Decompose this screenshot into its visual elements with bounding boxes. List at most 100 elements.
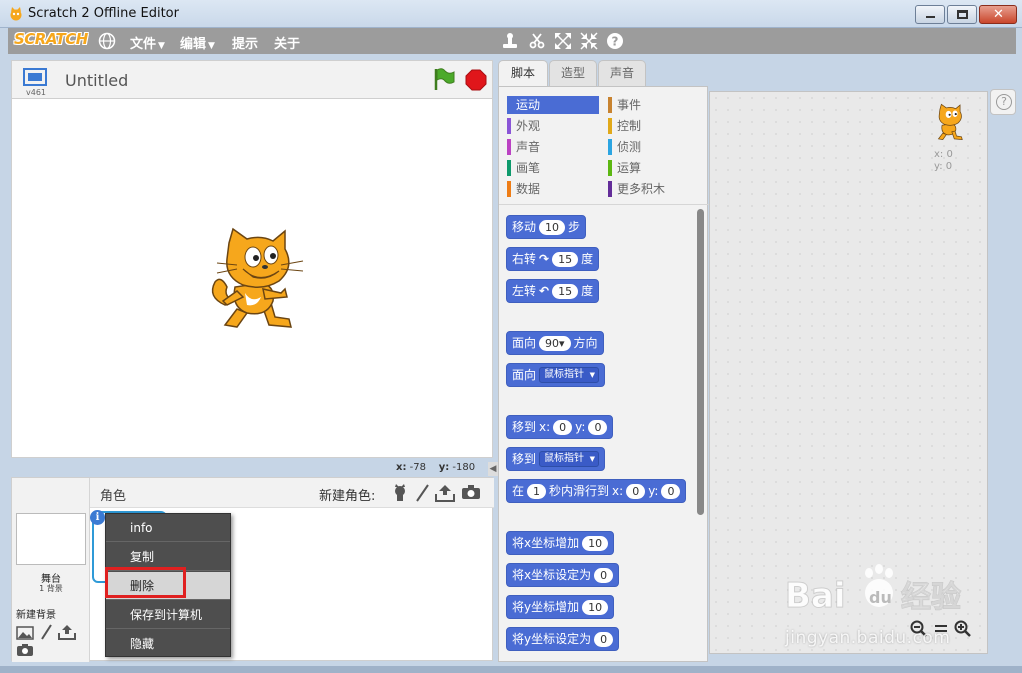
block-input[interactable]: 1 bbox=[527, 483, 547, 499]
category-looks[interactable]: 外观 bbox=[507, 117, 599, 135]
block-move-steps[interactable]: 移动 10 步 bbox=[506, 215, 587, 239]
category-control[interactable]: 控制 bbox=[608, 117, 700, 135]
info-icon[interactable]: i bbox=[90, 510, 105, 525]
block-change-y[interactable]: 将y坐标增加 10 bbox=[506, 595, 615, 619]
menu-tips[interactable]: 提示 bbox=[232, 33, 258, 52]
minimize-icon bbox=[926, 16, 935, 18]
project-title-field[interactable]: Untitled bbox=[65, 71, 128, 90]
block-input[interactable]: 0 bbox=[626, 483, 646, 499]
taskbar-strip bbox=[0, 666, 1022, 673]
block-go-to-xy[interactable]: 移到 x: 0 y: 0 bbox=[506, 415, 614, 439]
category-more-blocks[interactable]: 更多积木 bbox=[608, 180, 700, 198]
menu-file[interactable]: 文件 ▼ bbox=[130, 33, 165, 52]
paint-brush-icon[interactable] bbox=[40, 624, 52, 640]
block-set-x[interactable]: 将x坐标设定为 0 bbox=[506, 563, 620, 587]
sprite-preview-cat-icon bbox=[937, 103, 963, 141]
stage-header: v461 Untitled bbox=[11, 60, 493, 98]
shrink-icon[interactable] bbox=[579, 31, 599, 51]
block-text: 面向 bbox=[512, 336, 537, 350]
menu-about[interactable]: 关于 bbox=[274, 33, 300, 52]
context-menu-info[interactable]: info bbox=[106, 514, 230, 542]
block-input[interactable]: 0 bbox=[588, 419, 608, 435]
block-input[interactable]: 10 bbox=[582, 599, 609, 615]
new-backdrop-label: 新建背景 bbox=[16, 610, 56, 621]
block-input[interactable]: 0 bbox=[553, 419, 573, 435]
block-turn-left[interactable]: 左转 ↶ 15 度 bbox=[506, 279, 600, 303]
menu-edit-label: 编辑 bbox=[180, 37, 207, 52]
presentation-mode-icon[interactable] bbox=[23, 68, 47, 86]
svg-text:?: ? bbox=[612, 35, 619, 49]
block-input[interactable]: 10 bbox=[539, 219, 566, 235]
tab-scripts[interactable]: 脚本 bbox=[498, 60, 548, 87]
block-input[interactable]: 0 bbox=[661, 483, 681, 499]
block-turn-right[interactable]: 右转 ↷ 15 度 bbox=[506, 247, 600, 271]
coord-y-value: -180 bbox=[452, 462, 476, 473]
category-swatch bbox=[608, 139, 612, 155]
block-go-to[interactable]: 移到 鼠标指针 bbox=[506, 447, 606, 471]
block-text: 度 bbox=[581, 284, 594, 298]
upload-icon[interactable] bbox=[57, 624, 76, 640]
block-point-in-direction[interactable]: 面向 90▾ 方向 bbox=[506, 331, 604, 355]
cut-scissors-icon[interactable] bbox=[527, 31, 547, 51]
maximize-button[interactable] bbox=[947, 5, 977, 24]
context-menu-hide[interactable]: 隐藏 bbox=[106, 630, 230, 658]
collapse-arrow-icon[interactable]: ◀ bbox=[488, 462, 498, 476]
minimize-button[interactable] bbox=[915, 5, 945, 24]
block-change-x[interactable]: 将x坐标增加 10 bbox=[506, 531, 615, 555]
help-button[interactable]: ? bbox=[990, 89, 1016, 115]
svg-text:经验: 经验 bbox=[901, 580, 961, 615]
category-events[interactable]: 事件 bbox=[608, 96, 700, 114]
block-input[interactable]: 15 bbox=[552, 283, 579, 299]
block-point-towards[interactable]: 面向 鼠标指针 bbox=[506, 363, 606, 387]
block-input[interactable]: 15 bbox=[552, 251, 579, 267]
close-button[interactable]: ✕ bbox=[979, 5, 1017, 24]
category-sensing[interactable]: 侦测 bbox=[608, 138, 700, 156]
palette-scrollbar[interactable] bbox=[697, 209, 704, 515]
context-menu-save-to-computer[interactable]: 保存到计算机 bbox=[106, 601, 230, 629]
upload-icon[interactable] bbox=[435, 484, 455, 502]
block-text: 面向 bbox=[512, 368, 537, 382]
camera-icon[interactable] bbox=[461, 484, 481, 500]
tab-costumes[interactable]: 造型 bbox=[549, 60, 597, 86]
block-set-y[interactable]: 将y坐标设定为 0 bbox=[506, 627, 620, 651]
paint-brush-icon[interactable] bbox=[415, 484, 429, 502]
stop-icon[interactable] bbox=[465, 69, 487, 91]
duplicate-stamp-icon[interactable] bbox=[500, 31, 520, 51]
category-motion[interactable]: 运动 bbox=[507, 96, 599, 114]
block-input[interactable]: 90▾ bbox=[539, 335, 571, 351]
cat-sprite[interactable] bbox=[207, 227, 307, 329]
annotation-highlight-box bbox=[105, 567, 186, 598]
category-operators[interactable]: 运算 bbox=[608, 159, 700, 177]
globe-icon[interactable] bbox=[98, 32, 116, 50]
chevron-down-icon: ▼ bbox=[208, 41, 215, 51]
block-text: y: bbox=[648, 484, 659, 498]
block-input[interactable]: 0 bbox=[594, 631, 614, 647]
mouse-coordinates: x: -78 y: -180 bbox=[396, 462, 475, 473]
stage-canvas[interactable] bbox=[11, 98, 493, 458]
grow-icon[interactable] bbox=[553, 31, 573, 51]
svg-text:Bai: Bai bbox=[785, 576, 846, 616]
camera-icon[interactable] bbox=[16, 643, 34, 657]
block-input[interactable]: 0 bbox=[594, 567, 614, 583]
green-flag-icon[interactable] bbox=[432, 67, 456, 91]
block-input[interactable]: 10 bbox=[582, 535, 609, 551]
category-pen[interactable]: 画笔 bbox=[507, 159, 599, 177]
category-sound-label: 声音 bbox=[516, 140, 541, 154]
svg-text:du: du bbox=[869, 588, 892, 607]
stage-thumbnail-column: 舞台 1 背景 新建背景 bbox=[12, 478, 90, 662]
sprite-y-readout: y: 0 bbox=[934, 161, 953, 172]
menu-edit[interactable]: 编辑 ▼ bbox=[180, 33, 215, 52]
tab-sounds[interactable]: 声音 bbox=[598, 60, 646, 86]
image-library-icon[interactable] bbox=[16, 626, 34, 640]
block-dropdown[interactable]: 鼠标指针 bbox=[539, 367, 600, 383]
sprites-header: 角色 新建角色: bbox=[90, 478, 494, 508]
block-dropdown[interactable]: 鼠标指针 bbox=[539, 451, 600, 467]
stage-thumbnail[interactable] bbox=[16, 513, 86, 565]
sprite-library-icon[interactable] bbox=[391, 484, 409, 502]
block-list: 移动 10 步 右转 ↷ 15 度 左转 ↶ 15 度 面向 90▾ 方向 面向… bbox=[499, 207, 709, 662]
category-sound[interactable]: 声音 bbox=[507, 138, 599, 156]
category-data[interactable]: 数据 bbox=[507, 180, 599, 198]
block-glide[interactable]: 在 1 秒内滑行到 x: 0 y: 0 bbox=[506, 479, 687, 503]
help-icon[interactable]: ? bbox=[605, 31, 625, 51]
scratch-logo[interactable]: SCRATCH bbox=[14, 30, 88, 48]
